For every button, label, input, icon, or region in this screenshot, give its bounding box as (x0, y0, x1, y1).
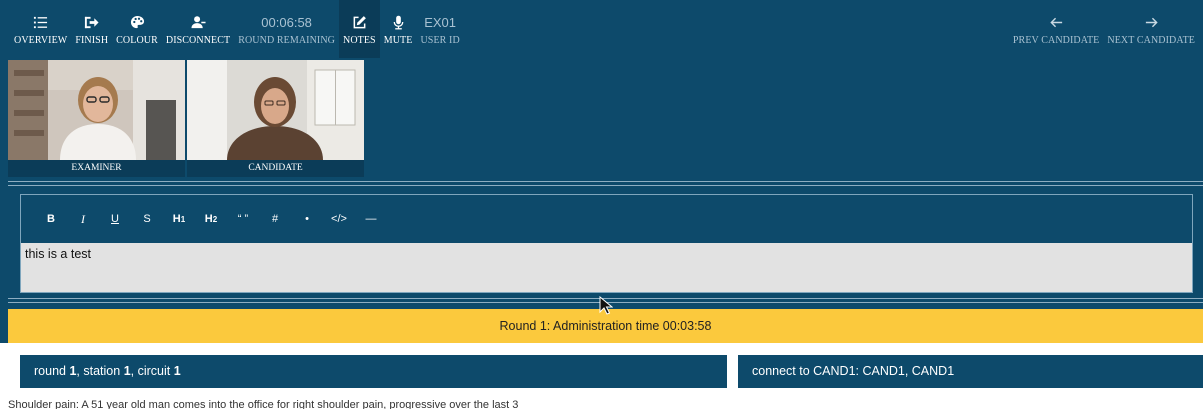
underline-button[interactable]: U (99, 207, 131, 231)
colour-label: COLOUR (116, 34, 158, 46)
edit-icon (349, 13, 369, 33)
heading1-button[interactable]: H1 (163, 207, 195, 231)
mouse-cursor-icon (599, 296, 613, 315)
examiner-video-frame (8, 60, 185, 160)
disconnect-button[interactable]: DISCONNECT (162, 0, 234, 58)
finish-label: FINISH (75, 34, 109, 46)
next-candidate-label: NEXT CANDIDATE (1107, 34, 1195, 46)
candidate-label: CANDIDATE (248, 163, 303, 173)
notes-label: NOTES (343, 34, 376, 46)
horizontal-rule-button[interactable]: — (355, 207, 387, 231)
connect-panel: connect to CAND1: CAND1, CAND1 (738, 355, 1203, 388)
station-info-panel: round 1, station 1, circuit 1 (20, 355, 727, 388)
divider-top (8, 181, 1203, 182)
exit-icon (82, 13, 102, 33)
editor-toolbar: B I U S H1 H2 “ ” # • </> — (21, 195, 1192, 243)
candidate-nav: PREV CANDIDATE NEXT CANDIDATE (1009, 0, 1203, 60)
finish-button[interactable]: FINISH (71, 0, 112, 58)
palette-icon (127, 13, 147, 33)
code-button[interactable]: </> (323, 207, 355, 231)
prev-candidate-label: PREV CANDIDATE (1012, 34, 1100, 46)
notes-button[interactable]: NOTES (339, 0, 380, 58)
notes-textarea[interactable]: this is a test (21, 243, 1192, 292)
round-remaining-label: ROUND REMAINING (238, 34, 335, 46)
next-candidate-button[interactable]: NEXT CANDIDATE (1103, 0, 1199, 58)
heading2-button[interactable]: H2 (195, 207, 227, 231)
round-label: round (34, 364, 66, 378)
notes-editor: B I U S H1 H2 “ ” # • </> — this is a te… (20, 194, 1193, 293)
strikethrough-button[interactable]: S (131, 207, 163, 231)
circuit-number: 1 (173, 364, 181, 378)
case-description: Shoulder pain: A 51 year old man comes i… (8, 399, 519, 409)
circuit-label: , circuit (130, 364, 171, 378)
station-label: , station (76, 364, 121, 378)
video-tiles: EXAMINER CANDIDATE (8, 60, 364, 177)
bullet-list-button[interactable]: • (291, 207, 323, 231)
timer-value: 00:06:58 (261, 15, 312, 30)
microphone-icon (388, 13, 408, 33)
examiner-video: EXAMINER (8, 60, 185, 177)
quote-button[interactable]: “ ” (227, 207, 259, 231)
arrow-left-icon (1046, 13, 1066, 33)
user-id-label: USER ID (420, 34, 460, 46)
user-id: EX01 USER ID (416, 0, 463, 58)
disconnect-label: DISCONNECT (165, 34, 231, 46)
top-toolbar: OVERVIEW FINISH COLOUR DISCONNECT 00:06:… (0, 0, 1203, 60)
hashtag-button[interactable]: # (259, 207, 291, 231)
list-icon (31, 13, 51, 33)
user-code: EX01 (424, 15, 457, 30)
bold-button[interactable]: B (35, 207, 67, 231)
mute-button[interactable]: MUTE (380, 0, 417, 58)
colour-button[interactable]: COLOUR (112, 0, 162, 58)
mute-label: MUTE (383, 34, 413, 46)
station-number: 1 (123, 364, 131, 378)
divider-top-2 (8, 185, 1203, 186)
overview-label: OVERVIEW (14, 34, 68, 46)
examiner-label: EXAMINER (71, 163, 122, 173)
prev-candidate-button[interactable]: PREV CANDIDATE (1009, 0, 1104, 58)
candidate-video: CANDIDATE (187, 60, 364, 177)
connect-text: connect to CAND1: CAND1, CAND1 (752, 364, 955, 378)
user-minus-icon (188, 13, 208, 33)
round-timer: 00:06:58 ROUND REMAINING (234, 0, 339, 58)
italic-button[interactable]: I (67, 207, 99, 231)
overview-button[interactable]: OVERVIEW (10, 0, 71, 58)
candidate-video-frame (187, 60, 364, 160)
arrow-right-icon (1141, 13, 1161, 33)
